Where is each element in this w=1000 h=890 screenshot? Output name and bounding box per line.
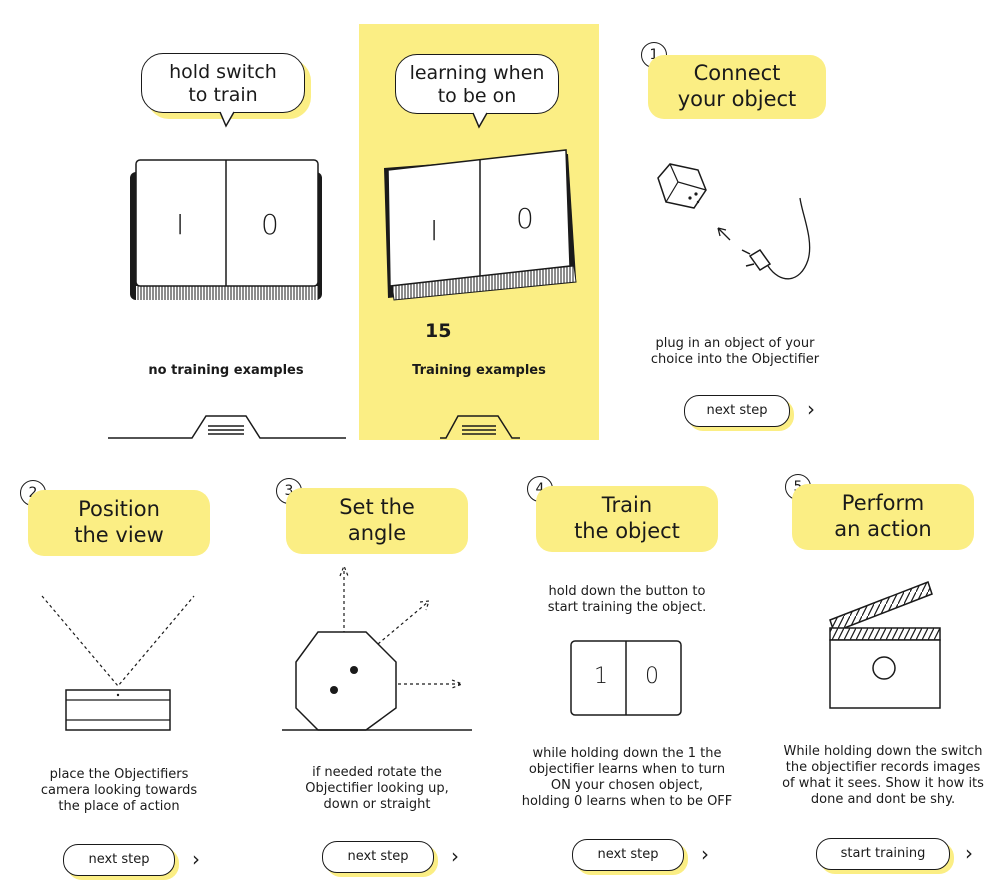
chevron-right-icon[interactable]: › [192, 849, 200, 869]
step-title: Position the view [28, 490, 210, 556]
next-step-button[interactable]: next step [572, 839, 684, 871]
chevron-right-icon[interactable]: › [701, 844, 709, 864]
rotate-angle-icon [282, 564, 472, 731]
step-description: while holding down the 1 the objectifier… [521, 746, 733, 809]
drawer-tab[interactable] [108, 414, 346, 442]
chevron-right-icon[interactable]: › [451, 846, 459, 866]
training-switch-off-icon[interactable] [128, 158, 328, 304]
start-training-button[interactable]: start training [816, 838, 950, 870]
switch-label-zero: 0 [261, 208, 279, 241]
speech-bubble-hold-switch: hold switch to train [141, 53, 305, 113]
switch-label-zero: 0 [516, 202, 534, 235]
speech-bubble-learning: learning when to be on [395, 54, 559, 114]
switch-label-zero: 0 [645, 664, 659, 689]
chevron-right-icon[interactable]: › [965, 843, 973, 863]
chevron-right-icon[interactable]: › [807, 399, 815, 419]
step-description: if needed rotate the Objectifier looking… [305, 765, 449, 812]
switch-label-one: I [430, 214, 439, 247]
training-count-caption: Training examples [412, 363, 546, 378]
training-switch-icon[interactable] [570, 640, 684, 716]
step-description: While holding down the switch the object… [782, 744, 984, 807]
step-title: Perform an action [792, 484, 974, 550]
camera-view-icon [41, 595, 195, 731]
next-step-button[interactable]: next step [684, 395, 790, 427]
training-switch-on-icon[interactable] [380, 148, 580, 304]
bubble-tail [219, 111, 235, 128]
step-description: plug in an object of your choice into th… [650, 336, 820, 367]
step-description: place the Objectifiers camera looking to… [40, 767, 198, 814]
drawer-tab[interactable] [440, 414, 520, 442]
step-title: Set the angle [286, 488, 468, 554]
step-title: Connect your object [648, 55, 826, 119]
switch-label-one: 1 [594, 664, 608, 689]
training-count: 15 [425, 320, 452, 342]
clapperboard-icon [829, 581, 941, 709]
next-step-button[interactable]: next step [63, 844, 175, 876]
object-with-plug-icon [657, 163, 811, 280]
switch-label-one: I [176, 208, 185, 241]
step-title: Train the object [536, 486, 718, 552]
bubble-tail [472, 112, 488, 129]
step-intro: hold down the button to start training t… [547, 584, 707, 615]
training-count-caption: no training examples [148, 363, 304, 378]
next-step-button[interactable]: next step [322, 841, 434, 873]
